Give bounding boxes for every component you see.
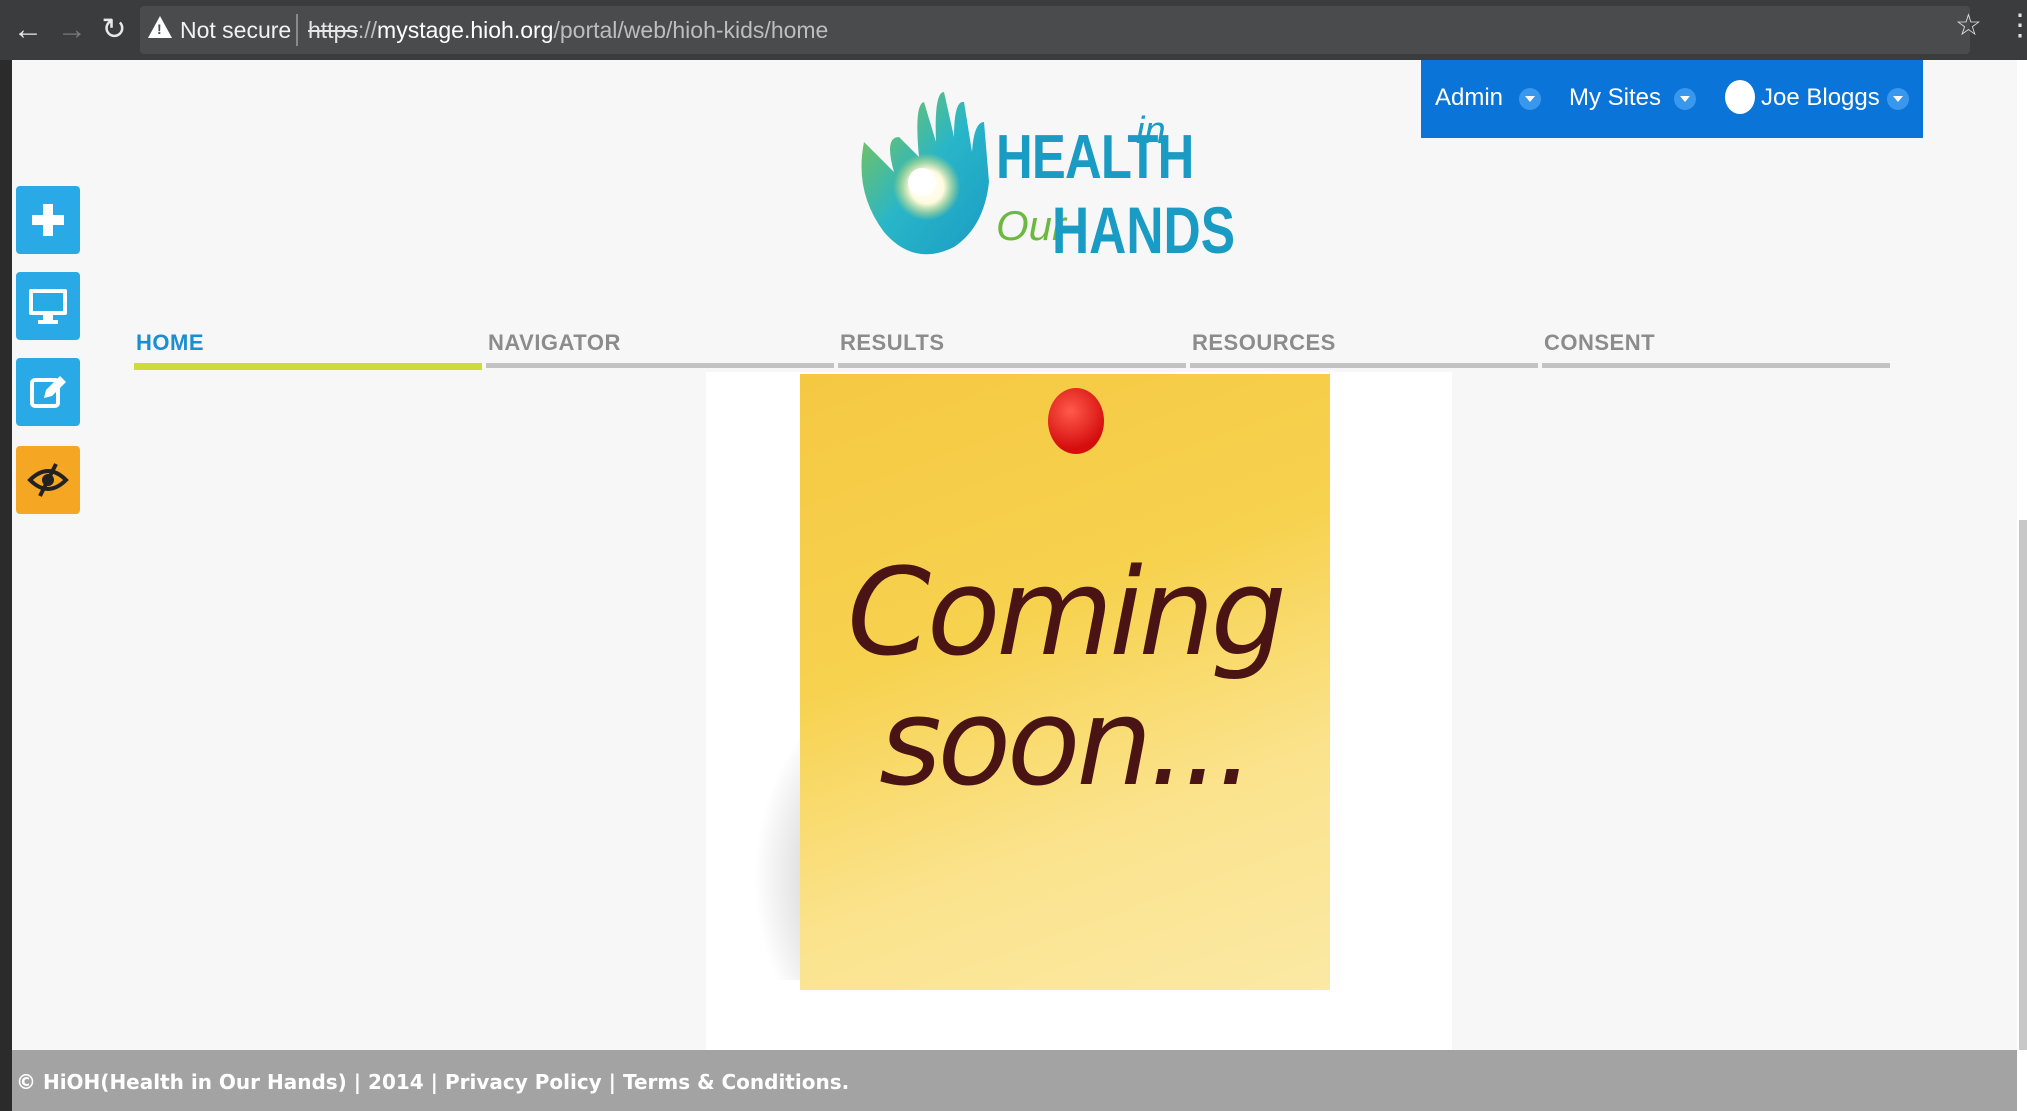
tab-home[interactable]: HOME	[134, 324, 482, 370]
pushpin-icon	[1048, 388, 1104, 454]
tab-label: NAVIGATOR	[488, 330, 621, 355]
dockbar: Admin My Sites Joe Bloggs	[1421, 60, 1923, 138]
tab-underline	[134, 363, 482, 370]
back-arrow-icon[interactable]: ←	[10, 10, 46, 50]
terms-link[interactable]: Terms & Conditions.	[623, 1070, 849, 1094]
note-line-1: Coming	[847, 544, 1287, 683]
scrollbar-thumb[interactable]	[2019, 520, 2027, 1050]
url-path: /portal/web/hioh-kids/home	[553, 17, 829, 43]
admin-caret-icon[interactable]	[1519, 88, 1541, 110]
desktop-icon	[29, 289, 67, 324]
tab-label: RESOURCES	[1192, 330, 1336, 355]
tab-label: CONSENT	[1544, 330, 1656, 355]
address-bar[interactable]: Not secure https://mystage.hioh.org/port…	[140, 6, 1970, 54]
url-scheme: https	[308, 17, 358, 43]
tab-consent[interactable]: CONSENT	[1542, 324, 1890, 368]
footer: © HiOH(Health in Our Hands) | 2014 | Pri…	[12, 1050, 2017, 1111]
hands-logo-icon	[861, 92, 989, 255]
tab-underline	[838, 363, 1186, 368]
tab-resources[interactable]: RESOURCES	[1190, 324, 1538, 368]
footer-separator: |	[601, 1070, 623, 1094]
forward-arrow-icon[interactable]: →	[54, 10, 90, 50]
menu-kebab-icon[interactable]: ⋮	[2005, 8, 2027, 43]
toggle-controls-button[interactable]	[16, 446, 80, 514]
user-avatar[interactable]	[1725, 80, 1755, 114]
url-text[interactable]: https://mystage.hioh.org/portal/web/hioh…	[308, 17, 828, 44]
footer-text: © HiOH(Health in Our Hands) | 2014 | Pri…	[16, 1070, 849, 1094]
not-secure-label[interactable]: Not secure	[180, 17, 291, 44]
tab-underline	[486, 363, 834, 368]
browser-toolbar: ← → ↻ Not secure https://mystage.hioh.or…	[0, 0, 2027, 60]
site-logo[interactable]: HEALTH in Our HANDS	[844, 82, 1235, 267]
tab-results[interactable]: RESULTS	[838, 324, 1186, 368]
user-caret-icon[interactable]	[1887, 88, 1909, 110]
url-separator: ://	[357, 17, 378, 43]
user-menu[interactable]: Joe Bloggs	[1761, 84, 1880, 112]
bookmark-star-icon[interactable]: ☆	[1955, 8, 1982, 43]
tab-label: RESULTS	[840, 330, 945, 355]
my-sites-caret-icon[interactable]	[1674, 88, 1696, 110]
my-sites-menu[interactable]: My Sites	[1569, 84, 1661, 112]
preview-button[interactable]	[16, 272, 80, 340]
eye-slash-icon	[27, 463, 69, 497]
footer-copyright: © HiOH(Health in Our Hands) | 2014 |	[16, 1070, 445, 1094]
logo-in-text: in	[1136, 110, 1166, 152]
add-button[interactable]	[16, 186, 80, 254]
privacy-policy-link[interactable]: Privacy Policy	[445, 1070, 602, 1094]
address-divider	[296, 14, 298, 46]
coming-soon-note: Coming soon...	[800, 374, 1330, 990]
plus-icon	[32, 204, 64, 236]
edit-button[interactable]	[16, 358, 80, 426]
tab-underline	[1542, 363, 1890, 368]
warning-icon	[148, 16, 172, 38]
tab-navigator[interactable]: NAVIGATOR	[486, 324, 834, 368]
note-line-2: soon...	[879, 674, 1255, 813]
url-host: mystage.hioh.org	[377, 17, 554, 43]
admin-menu[interactable]: Admin	[1435, 84, 1503, 112]
reload-icon[interactable]: ↻	[96, 10, 132, 50]
edit-icon	[30, 376, 66, 408]
logo-hands-text: HANDS	[1052, 193, 1236, 267]
main-navigation: HOME NAVIGATOR RESULTS RESOURCES CONSENT	[134, 324, 1902, 370]
tab-underline	[1190, 363, 1538, 368]
tab-label: HOME	[136, 330, 204, 355]
screen-edge-left	[0, 0, 12, 1111]
